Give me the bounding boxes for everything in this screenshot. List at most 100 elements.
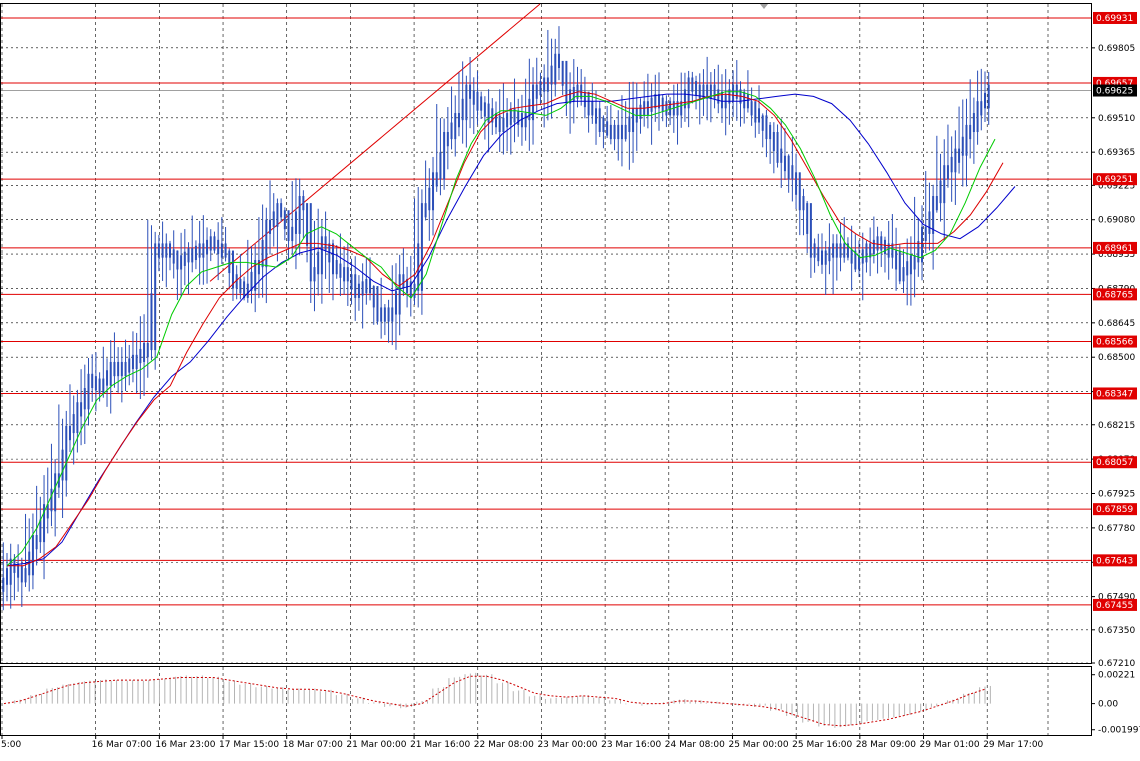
time-tick-label: 22 Mar 08:00 (474, 740, 534, 750)
candle-body (487, 103, 490, 123)
candle-body (343, 267, 346, 282)
price-level-label: 0.68057 (1093, 456, 1137, 469)
time-tick-label: 21 Mar 16:00 (410, 740, 470, 750)
candle-body (387, 307, 390, 322)
candle-body (958, 148, 961, 163)
time-tick-label: 29 Mar 01:00 (920, 740, 980, 750)
candle-body (424, 203, 427, 218)
candle-body (65, 425, 68, 481)
candle-body (35, 534, 38, 550)
candle-body (239, 278, 242, 294)
candle-body (380, 307, 383, 322)
candle-body (528, 98, 531, 121)
candle-body (183, 251, 186, 266)
candle-body (624, 124, 627, 140)
candle-body (821, 250, 823, 265)
price-level-value: 0.68765 (1096, 290, 1133, 300)
candle-body (535, 84, 538, 99)
candle-body (2, 577, 5, 592)
candle-body (950, 156, 953, 173)
candle-body (824, 250, 827, 265)
chart-canvas[interactable]: 0.698050.695100.693650.692250.690800.689… (0, 0, 1140, 757)
candle-body (872, 239, 875, 255)
candle-body (809, 203, 812, 258)
price-tick-label: 0.67210 (1098, 659, 1135, 669)
candle-body (928, 211, 931, 234)
candle-body (6, 568, 8, 585)
candle-body (339, 263, 342, 278)
candle-body (787, 155, 790, 180)
price-level-value: 0.68961 (1096, 244, 1133, 254)
candle-body (713, 84, 716, 99)
candle-body (906, 261, 909, 276)
candle-body (969, 124, 972, 140)
candle-body (543, 77, 546, 92)
candle-body (394, 290, 397, 315)
candle-body (420, 203, 423, 291)
candle-body (506, 113, 509, 128)
candle-body (598, 108, 601, 133)
time-tick-label: 17 Mar 15:00 (219, 740, 279, 750)
candle-body (591, 101, 594, 116)
candle-body (732, 84, 735, 102)
price-tick-label: 0.69805 (1098, 44, 1135, 54)
candle-body (972, 113, 975, 133)
candle-body (483, 102, 486, 117)
candle-body (332, 243, 334, 275)
candle-body (287, 210, 290, 242)
trading-chart[interactable]: 0.69805 0.69510 0.69365 0.69225 0.69080 0.689… (0, 0, 1140, 757)
candle-body (717, 89, 720, 104)
price-level-label: 0.67455 (1093, 598, 1137, 611)
price-level-label: 0.67643 (1093, 554, 1137, 567)
candle-body (457, 113, 460, 128)
candle-body (68, 425, 71, 441)
candle-body (761, 115, 764, 131)
price-level-value: 0.68566 (1096, 338, 1133, 348)
candle-body (524, 113, 527, 128)
candle-body (98, 378, 101, 393)
candle-body (902, 267, 905, 282)
candle-body (213, 236, 216, 251)
price-tick-label: 0.68215 (1098, 421, 1135, 431)
candle-body (280, 203, 283, 218)
candle-body (557, 53, 560, 69)
candle-body (917, 241, 920, 263)
candle-body (191, 248, 194, 263)
candle-body (439, 152, 442, 180)
candle-body (398, 274, 401, 315)
oscillator-tick-label: 0.00 (1098, 700, 1118, 710)
candle-body (546, 77, 549, 92)
candle-body (628, 116, 631, 133)
candle-body (317, 251, 320, 275)
candle-body (743, 91, 746, 109)
candle-body (880, 236, 883, 251)
price-level-label: 0.68961 (1093, 241, 1137, 254)
candle-body (839, 243, 842, 258)
candle-body (695, 81, 698, 96)
candle-body (765, 115, 768, 140)
candle-body (450, 122, 453, 140)
price-level-value: 0.67455 (1096, 601, 1133, 611)
candle-body (698, 84, 701, 99)
time-tick-label: 28 Mar 09:00 (856, 740, 916, 750)
candle-body (269, 219, 272, 234)
candle-body (120, 361, 123, 377)
candle-body (124, 361, 127, 377)
candle-body (54, 473, 57, 512)
candle-body (472, 90, 475, 105)
candle-body (595, 108, 598, 124)
candle-body (987, 84, 990, 109)
candle-body (131, 354, 134, 370)
candle-body (198, 243, 201, 258)
price-level-label: 0.68566 (1093, 335, 1137, 348)
price-tick-label: 0.68500 (1098, 353, 1135, 363)
price-level-value: 0.69931 (1096, 14, 1133, 24)
price-tick-label: 0.67350 (1098, 626, 1135, 636)
time-tick-label: 18 Mar 07:00 (283, 740, 343, 750)
oscillator-tick-label: -0.001997 (1098, 726, 1140, 736)
candle-body (50, 488, 53, 512)
candle-body (376, 286, 379, 322)
candle-body (246, 283, 249, 298)
candle-body (113, 361, 116, 377)
candle-body (306, 203, 309, 246)
